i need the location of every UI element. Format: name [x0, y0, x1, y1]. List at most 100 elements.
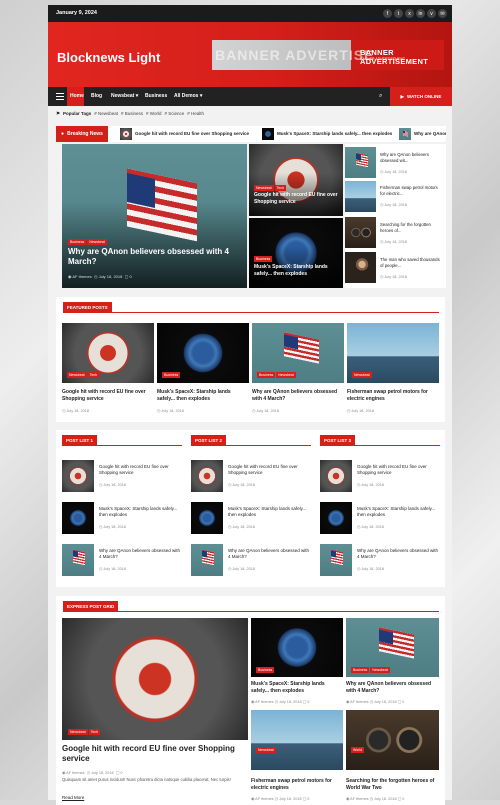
ticker-item[interactable]: Google hit with record EU fine over Shop…	[135, 131, 249, 136]
nav-business[interactable]: Business	[145, 93, 167, 99]
section-divider	[63, 312, 439, 313]
list-thumb[interactable]	[191, 460, 223, 492]
list-thumb[interactable]	[191, 544, 223, 576]
tag-business[interactable]: # Business	[121, 111, 143, 117]
featured-title[interactable]: Musk's SpaceX: Starship lands safely... …	[157, 389, 247, 403]
search-icon[interactable]: ⌕	[379, 93, 382, 100]
banner-ghost-text: BANNER ADVERTISE	[215, 47, 375, 63]
featured-posts-heading: FEATURED POSTS	[63, 302, 112, 312]
side-thumb[interactable]	[345, 147, 376, 178]
ticker-item[interactable]: Why are QAnon beli	[414, 131, 446, 136]
x-icon[interactable]: x	[405, 9, 414, 18]
featured-title[interactable]: Why are QAnon believers obsessed with 4 …	[252, 389, 342, 403]
featured-image[interactable]: Newsbeat Tech	[62, 323, 154, 383]
menu-icon[interactable]	[56, 93, 64, 100]
express-grid-title[interactable]: Musk's SpaceX: Starship lands safely... …	[251, 681, 341, 695]
list-thumb[interactable]	[62, 460, 94, 492]
twitter-icon[interactable]: t	[394, 9, 403, 18]
list-thumb[interactable]	[62, 544, 94, 576]
ticker-thumb[interactable]	[262, 128, 274, 140]
express-grid-title[interactable]: Fisherman swap petrol motors for electri…	[251, 778, 341, 792]
popular-tags-label: Popular Tags	[63, 111, 92, 116]
list-item-title[interactable]: Why are QAnon believers obsessed with 4 …	[228, 548, 310, 560]
list-item-title[interactable]: Why are QAnon believers obsessed with 4 …	[99, 548, 181, 560]
ticker-thumb[interactable]	[120, 128, 132, 140]
list-thumb[interactable]	[320, 502, 352, 534]
express-main-meta: ◉ AF themes ◷ July 18, 2018 ▢ 0	[62, 771, 123, 775]
site-header: Blocknews Light BANNER ADVERTISE BANNER …	[48, 22, 452, 87]
site-title[interactable]: Blocknews Light	[57, 50, 160, 65]
list-item-title[interactable]: Why are QAnon believers obsessed with 4 …	[357, 548, 439, 560]
side-title[interactable]: The man who saved thousands of people...	[380, 257, 442, 269]
popular-tags: ⚑ Popular Tags # Newsbeat # Business # W…	[56, 111, 204, 117]
list-thumb[interactable]	[320, 544, 352, 576]
tag-science[interactable]: # Science	[164, 111, 184, 117]
side-title[interactable]: Fisherman swap petrol motors for electri…	[380, 185, 442, 197]
banner-advertisement[interactable]: BANNER ADVERTISE BANNER ADVERTISEMENT BA…	[212, 40, 444, 70]
nav-home[interactable]: Home	[70, 93, 84, 99]
hero-mid-image-2[interactable]: Business Musk's SpaceX: Starship lands s…	[249, 218, 343, 288]
post-list-heading: POST LIST 2	[191, 435, 227, 445]
facebook-icon[interactable]: f	[383, 9, 392, 18]
featured-date: ◷ July 18, 2018	[347, 409, 374, 413]
express-main-image[interactable]: Newsbeat Tech	[62, 618, 248, 740]
linkedin-icon[interactable]: in	[416, 9, 425, 18]
nav-blog[interactable]: Blog	[91, 93, 102, 99]
side-title[interactable]: Why are QAnon believers obsessed wit...	[380, 152, 442, 164]
list-item-date: ◷ July 18, 2018	[357, 483, 384, 487]
featured-date: ◷ July 18, 2018	[252, 409, 279, 413]
watch-online-button[interactable]: ▶ WATCH ONLINE	[390, 87, 452, 106]
tag-world[interactable]: # World	[146, 111, 161, 117]
side-title[interactable]: Searching for the forgotten heroes of...	[380, 222, 442, 234]
ticker-item[interactable]: Musk's SpaceX: Starship lands safely... …	[277, 131, 392, 136]
express-main-title[interactable]: Google hit with record EU fine over Shop…	[62, 744, 242, 765]
breaking-news-ticker: ● Breaking News Google hit with record EU…	[56, 126, 446, 142]
hero-mid-title[interactable]: Google hit with record EU fine over Shop…	[254, 192, 340, 206]
list-item-title[interactable]: Musk's SpaceX: Starship lands safely... …	[99, 506, 181, 518]
featured-title[interactable]: Fisherman swap petrol motors for electri…	[347, 389, 437, 403]
nav-newsbeat[interactable]: Newsbeat ▾	[111, 93, 138, 99]
section-divider	[63, 611, 439, 612]
express-grid-meta: ◉ AF themes ◷ July 18, 2018 ▢ 0	[251, 700, 310, 704]
tag-newsbeat[interactable]: # Newsbeat	[94, 111, 118, 117]
side-thumb[interactable]	[345, 217, 376, 248]
post-list-heading: POST LIST 1	[62, 435, 98, 445]
hero-main-title[interactable]: Why are QAnon believers obsessed with 4 …	[68, 247, 240, 268]
express-grid-image[interactable]: World	[346, 710, 439, 770]
section-divider	[191, 445, 311, 446]
mail-icon[interactable]: ✉	[438, 9, 447, 18]
list-thumb[interactable]	[191, 502, 223, 534]
post-lists-section: POST LIST 1 Google hit with record EU fin…	[56, 430, 445, 587]
featured-image[interactable]: Business Newsbeat	[252, 323, 344, 383]
express-grid-title[interactable]: Why are QAnon believers obsessed with 4 …	[346, 681, 436, 695]
featured-image[interactable]: Business	[157, 323, 249, 383]
nav-all-demos[interactable]: All Demos ▾	[174, 93, 202, 99]
main-nav: Home Blog Newsbeat ▾ Business All Demos …	[48, 87, 452, 106]
side-thumb[interactable]	[345, 181, 376, 212]
hero-mid-title[interactable]: Musk's SpaceX: Starship lands safely... …	[254, 264, 340, 278]
list-thumb[interactable]	[320, 460, 352, 492]
hero-main-image[interactable]: Business Newsbeat Why are QAnon believers…	[62, 144, 247, 288]
tag-health[interactable]: # Health	[187, 111, 204, 117]
express-grid-image[interactable]: Business	[251, 618, 343, 677]
list-item-title[interactable]: Google hit with record EU fine over Shop…	[228, 464, 310, 476]
express-grid-title[interactable]: Searching for the forgotten heroes of Wo…	[346, 778, 436, 792]
side-thumb[interactable]	[345, 252, 376, 283]
express-grid-image[interactable]: Business Newsbeat	[346, 618, 439, 677]
list-item-date: ◷ July 18, 2018	[357, 567, 384, 571]
hero-main-meta: ◉ AF themes ◷ July 18, 2018 ▢ 0	[68, 274, 132, 279]
vk-icon[interactable]: v	[427, 9, 436, 18]
list-item-title[interactable]: Google hit with record EU fine over Shop…	[357, 464, 439, 476]
read-more-link[interactable]: Read More	[62, 795, 84, 800]
express-grid-meta: ◉ AF themes ◷ July 18, 2018 ▢ 0	[346, 700, 405, 704]
featured-title[interactable]: Google hit with record EU fine over Shop…	[62, 389, 152, 403]
hero-side-list: Why are QAnon believers obsessed wit... …	[345, 144, 446, 288]
featured-image[interactable]: Newsbeat	[347, 323, 439, 383]
ticker-thumb[interactable]	[399, 128, 411, 140]
hero-mid-image-1[interactable]: Newsbeat Tech Google hit with record EU f…	[249, 144, 343, 216]
list-item-title[interactable]: Musk's SpaceX: Starship lands safely... …	[228, 506, 310, 518]
list-item-title[interactable]: Musk's SpaceX: Starship lands safely... …	[357, 506, 439, 518]
express-grid-image[interactable]: Newsbeat	[251, 710, 343, 770]
list-item-title[interactable]: Google hit with record EU fine over Shop…	[99, 464, 181, 476]
list-thumb[interactable]	[62, 502, 94, 534]
